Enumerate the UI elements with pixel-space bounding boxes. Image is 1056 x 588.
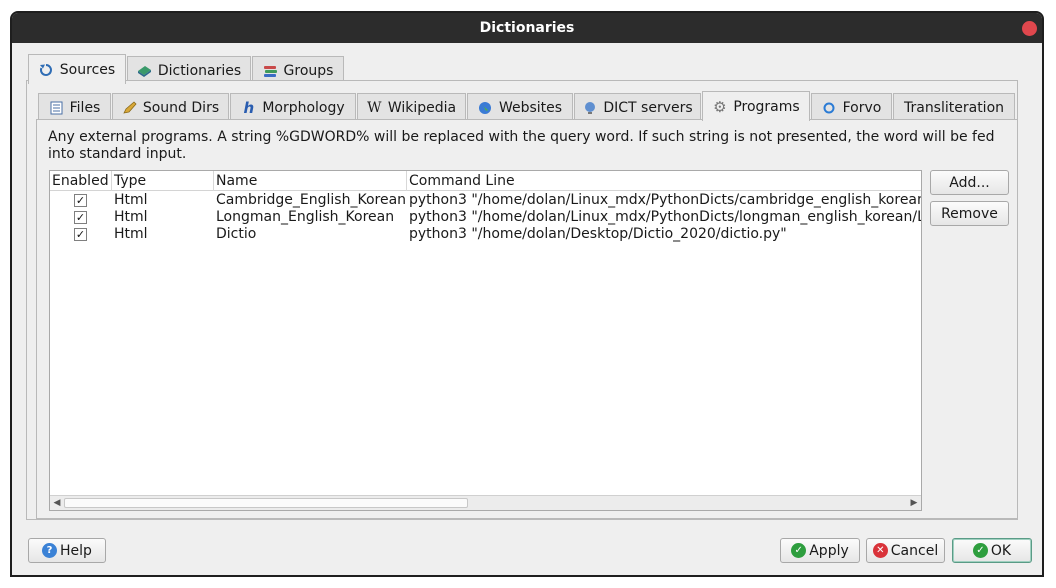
tab-sources-label: Sources bbox=[59, 61, 116, 78]
window-title: Dictionaries bbox=[479, 20, 575, 36]
enabled-checkbox[interactable]: ✓ bbox=[74, 211, 87, 224]
help-icon: ? bbox=[42, 543, 58, 558]
tab-sound-dirs-label: Sound Dirs bbox=[142, 99, 220, 116]
morphology-icon: h bbox=[243, 98, 255, 117]
name-cell: Dictio bbox=[216, 226, 257, 242]
server-icon bbox=[582, 100, 597, 115]
tab-sources[interactable]: Sources bbox=[28, 54, 126, 84]
help-button-label: Help bbox=[60, 542, 92, 559]
refresh-icon bbox=[39, 62, 54, 77]
column-enabled[interactable]: Enabled bbox=[50, 171, 112, 191]
help-button[interactable]: ? Help bbox=[28, 538, 106, 563]
tab-sound-dirs[interactable]: Sound Dirs bbox=[112, 93, 229, 121]
column-type[interactable]: Type bbox=[112, 171, 214, 191]
tab-groups-label: Groups bbox=[283, 62, 334, 79]
column-command-line[interactable]: Command Line bbox=[407, 171, 921, 191]
tab-morphology[interactable]: h Morphology bbox=[230, 93, 356, 121]
stack-icon bbox=[263, 63, 278, 78]
name-cell: Cambridge_English_Korean bbox=[216, 192, 406, 208]
checkmark-icon: ✓ bbox=[972, 543, 988, 558]
cancel-button-label: Cancel bbox=[890, 542, 939, 559]
scrollbar-thumb[interactable] bbox=[64, 498, 468, 508]
cancel-icon: ✕ bbox=[872, 543, 888, 558]
pencil-icon bbox=[122, 100, 137, 115]
scroll-left-icon[interactable]: ◀ bbox=[52, 498, 62, 508]
type-cell: Html bbox=[114, 192, 148, 208]
command-cell: python3 "/home/dolan/Desktop/Dictio_2020… bbox=[409, 226, 787, 242]
programs-description: Any external programs. A string %GDWORD%… bbox=[48, 129, 995, 162]
tab-files[interactable]: Files bbox=[38, 93, 111, 121]
tab-wikipedia-label: Wikipedia bbox=[387, 99, 457, 116]
gear-icon: ⚙ bbox=[713, 97, 727, 116]
column-name[interactable]: Name bbox=[214, 171, 407, 191]
tab-transliteration[interactable]: Transliteration bbox=[893, 93, 1015, 121]
remove-button[interactable]: Remove bbox=[930, 201, 1009, 226]
horizontal-scrollbar[interactable]: ◀ ▶ bbox=[50, 495, 921, 510]
tab-forvo[interactable]: Forvo bbox=[811, 93, 892, 121]
tab-dict-servers[interactable]: DICT servers bbox=[574, 93, 701, 121]
cancel-button[interactable]: ✕ Cancel bbox=[866, 538, 945, 563]
tab-wikipedia[interactable]: W Wikipedia bbox=[357, 93, 466, 121]
add-button-label: Add... bbox=[949, 174, 990, 191]
ok-button[interactable]: ✓ OK bbox=[952, 538, 1032, 563]
tab-dict-servers-label: DICT servers bbox=[603, 99, 693, 116]
tab-files-label: Files bbox=[69, 99, 101, 116]
tab-websites[interactable]: Websites bbox=[467, 93, 573, 121]
tab-forvo-label: Forvo bbox=[842, 99, 882, 116]
book-icon bbox=[137, 63, 152, 78]
type-cell: Html bbox=[114, 226, 148, 242]
file-icon bbox=[49, 100, 64, 115]
command-cell: python3 "/home/dolan/Linux_mdx/PythonDic… bbox=[409, 192, 921, 208]
add-button[interactable]: Add... bbox=[930, 170, 1009, 195]
close-button[interactable] bbox=[1022, 21, 1037, 36]
enabled-checkbox[interactable]: ✓ bbox=[74, 194, 87, 207]
scroll-right-icon[interactable]: ▶ bbox=[909, 498, 919, 508]
wikipedia-icon: W bbox=[367, 99, 382, 116]
apply-button[interactable]: ✓ Apply bbox=[780, 538, 860, 563]
tab-programs[interactable]: ⚙ Programs bbox=[702, 91, 810, 121]
tab-programs-label: Programs bbox=[733, 98, 800, 115]
tab-websites-label: Websites bbox=[498, 99, 563, 116]
tab-transliteration-label: Transliteration bbox=[903, 99, 1005, 116]
table-row[interactable]: ✓ Html Longman_English_Korean python3 "/… bbox=[50, 209, 921, 226]
forvo-icon bbox=[822, 100, 837, 115]
name-cell: Longman_English_Korean bbox=[216, 209, 395, 225]
apply-button-label: Apply bbox=[809, 542, 849, 559]
tab-dictionaries-label: Dictionaries bbox=[157, 62, 242, 79]
programs-table[interactable]: Enabled Type Name Command Line ✓ Html Ca… bbox=[49, 170, 922, 511]
checkmark-icon: ✓ bbox=[791, 543, 807, 558]
remove-button-label: Remove bbox=[941, 205, 998, 222]
ok-button-label: OK bbox=[990, 542, 1012, 559]
tab-morphology-label: Morphology bbox=[262, 99, 345, 116]
table-row[interactable]: ✓ Html Dictio python3 "/home/dolan/Deskt… bbox=[50, 226, 921, 243]
dictionaries-dialog: Dictionaries Sources Dictionaries Groups… bbox=[10, 11, 1044, 577]
table-header: Enabled Type Name Command Line bbox=[50, 171, 921, 191]
command-cell: python3 "/home/dolan/Linux_mdx/PythonDic… bbox=[409, 209, 921, 225]
type-cell: Html bbox=[114, 209, 148, 225]
title-bar: Dictionaries bbox=[12, 13, 1042, 43]
globe-icon bbox=[478, 100, 493, 115]
table-row[interactable]: ✓ Html Cambridge_English_Korean python3 … bbox=[50, 192, 921, 209]
enabled-checkbox[interactable]: ✓ bbox=[74, 228, 87, 241]
